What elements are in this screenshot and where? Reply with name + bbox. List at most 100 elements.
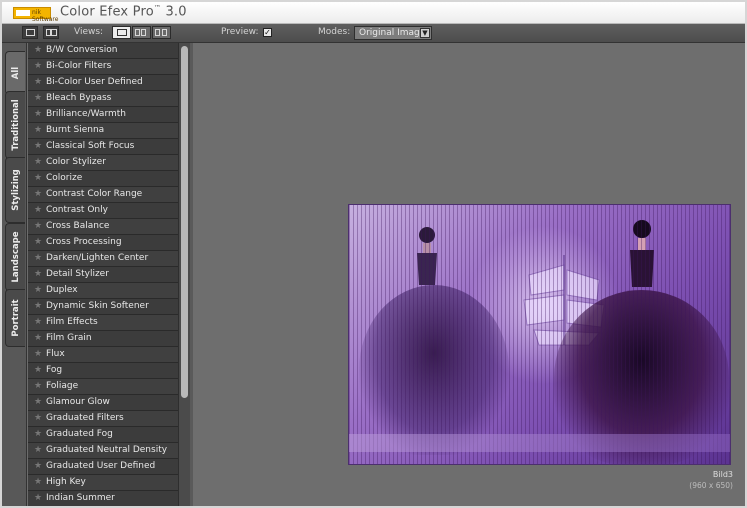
favorite-star-icon[interactable]: ★ <box>34 365 42 375</box>
favorite-star-icon[interactable]: ★ <box>34 461 42 471</box>
favorite-star-icon[interactable]: ★ <box>34 157 42 167</box>
filter-item[interactable]: ★ Bi-Color Filters <box>28 59 178 75</box>
filter-list: ★ B/W Conversion ★ Bi-Color Filters ★ Bi-Colo… <box>28 43 178 506</box>
filter-item-label: Dynamic Skin Softener <box>46 301 149 311</box>
favorite-star-icon[interactable]: ★ <box>34 317 42 327</box>
filter-item[interactable]: ★ Graduated Neutral Density <box>28 443 178 459</box>
tab-label: Traditional <box>10 99 21 151</box>
filter-item-label: Duplex <box>46 285 78 295</box>
filter-item[interactable]: ★ High Key <box>28 475 178 491</box>
tab-label: All <box>10 66 21 80</box>
filter-item[interactable]: ★ Graduated Fog <box>28 427 178 443</box>
filter-item[interactable]: ★ Bleach Bypass <box>28 91 178 107</box>
favorite-star-icon[interactable]: ★ <box>34 445 42 455</box>
favorite-star-icon[interactable]: ★ <box>34 349 42 359</box>
logo-mark <box>16 10 30 16</box>
filter-item[interactable]: ★ Colorize <box>28 171 178 187</box>
tab-portrait[interactable]: Portrait <box>5 289 25 347</box>
stripe-overlay <box>349 205 730 464</box>
filter-item[interactable]: ★ Cross Processing <box>28 235 178 251</box>
filter-list-scrollbar[interactable] <box>178 43 190 506</box>
filter-item[interactable]: ★ Burnt Sienna <box>28 123 178 139</box>
filter-item[interactable]: ★ B/W Conversion <box>28 43 178 59</box>
image-name: Bild3 <box>712 470 733 479</box>
filter-item-label: Bi-Color User Defined <box>46 77 143 87</box>
views-label: Views: <box>74 27 104 37</box>
favorite-star-icon[interactable]: ★ <box>34 173 42 183</box>
filter-item[interactable]: ★ Color Stylizer <box>28 155 178 171</box>
favorite-star-icon[interactable]: ★ <box>34 253 42 263</box>
single-panel-layout-button[interactable] <box>22 26 38 39</box>
favorite-star-icon[interactable]: ★ <box>34 493 42 503</box>
favorite-star-icon[interactable]: ★ <box>34 477 42 487</box>
filter-item[interactable]: ★ Fog <box>28 363 178 379</box>
filter-item[interactable]: ★ Film Grain <box>28 331 178 347</box>
favorite-star-icon[interactable]: ★ <box>34 301 42 311</box>
filter-item[interactable]: ★ Indian Summer <box>28 491 178 506</box>
filter-item-label: Darken/Lighten Center <box>46 253 149 263</box>
favorite-star-icon[interactable]: ★ <box>34 285 42 295</box>
favorite-star-icon[interactable]: ★ <box>34 77 42 87</box>
favorite-star-icon[interactable]: ★ <box>34 189 42 199</box>
view-single-button[interactable] <box>112 26 131 39</box>
filter-item[interactable]: ★ Flux <box>28 347 178 363</box>
filter-item[interactable]: ★ Brilliance/Warmth <box>28 107 178 123</box>
split-panel-layout-button[interactable] <box>43 26 59 39</box>
tab-traditional[interactable]: Traditional <box>5 91 25 159</box>
chevron-down-icon[interactable]: ▼ <box>420 28 430 38</box>
filter-item[interactable]: ★ Darken/Lighten Center <box>28 251 178 267</box>
filter-item-label: Graduated Neutral Density <box>46 445 168 455</box>
view-side-right-icon <box>162 29 167 36</box>
preview-label: Preview: <box>221 27 259 37</box>
filter-item[interactable]: ★ Graduated User Defined <box>28 459 178 475</box>
layout-right-pane-icon <box>51 29 57 36</box>
tab-label: Portrait <box>10 299 21 337</box>
filter-item[interactable]: ★ Bi-Color User Defined <box>28 75 178 91</box>
image-dimensions: (960 x 650) <box>689 481 733 490</box>
favorite-star-icon[interactable]: ★ <box>34 45 42 55</box>
favorite-star-icon[interactable]: ★ <box>34 429 42 439</box>
favorite-star-icon[interactable]: ★ <box>34 205 42 215</box>
preview-checkbox[interactable]: ✓ <box>263 28 272 37</box>
tab-stylizing[interactable]: Stylizing <box>5 157 25 223</box>
tab-landscape[interactable]: Landscape <box>5 223 25 291</box>
filter-item[interactable]: ★ Film Effects <box>28 315 178 331</box>
trademark-mark: ™ <box>153 4 162 12</box>
favorite-star-icon[interactable]: ★ <box>34 381 42 391</box>
filter-item-label: Bleach Bypass <box>46 93 112 103</box>
favorite-star-icon[interactable]: ★ <box>34 333 42 343</box>
favorite-star-icon[interactable]: ★ <box>34 397 42 407</box>
filter-item[interactable]: ★ Dynamic Skin Softener <box>28 299 178 315</box>
favorite-star-icon[interactable]: ★ <box>34 61 42 71</box>
view-side-by-side-button[interactable] <box>152 26 171 39</box>
preview-image[interactable] <box>348 204 731 465</box>
filter-item[interactable]: ★ Glamour Glow <box>28 395 178 411</box>
favorite-star-icon[interactable]: ★ <box>34 413 42 423</box>
filter-item[interactable]: ★ Cross Balance <box>28 219 178 235</box>
filter-item[interactable]: ★ Detail Stylizer <box>28 267 178 283</box>
filter-item[interactable]: ★ Graduated Filters <box>28 411 178 427</box>
filter-item[interactable]: ★ Classical Soft Focus <box>28 139 178 155</box>
scrollbar-thumb[interactable] <box>181 46 188 398</box>
toolbar: Views: Preview: ✓ Modes: Original Image … <box>2 24 745 43</box>
filter-item-label: Film Effects <box>46 317 98 327</box>
filter-item[interactable]: ★ Duplex <box>28 283 178 299</box>
filter-item-label: Bi-Color Filters <box>46 61 112 71</box>
view-split-button[interactable] <box>132 26 151 39</box>
filter-item[interactable]: ★ Contrast Color Range <box>28 187 178 203</box>
filter-item[interactable]: ★ Foliage <box>28 379 178 395</box>
favorite-star-icon[interactable]: ★ <box>34 237 42 247</box>
favorite-star-icon[interactable]: ★ <box>34 93 42 103</box>
view-split-left-icon <box>135 29 140 36</box>
favorite-star-icon[interactable]: ★ <box>34 269 42 279</box>
favorite-star-icon[interactable]: ★ <box>34 221 42 231</box>
logo-text: nik Software <box>32 9 59 23</box>
favorite-star-icon[interactable]: ★ <box>34 141 42 151</box>
filter-item[interactable]: ★ Contrast Only <box>28 203 178 219</box>
favorite-star-icon[interactable]: ★ <box>34 125 42 135</box>
modes-select-value: Original Image <box>359 28 426 38</box>
modes-label: Modes: <box>318 27 351 37</box>
favorite-star-icon[interactable]: ★ <box>34 109 42 119</box>
modes-select[interactable]: Original Image ▼ <box>354 26 432 40</box>
tab-all[interactable]: All <box>5 51 25 95</box>
